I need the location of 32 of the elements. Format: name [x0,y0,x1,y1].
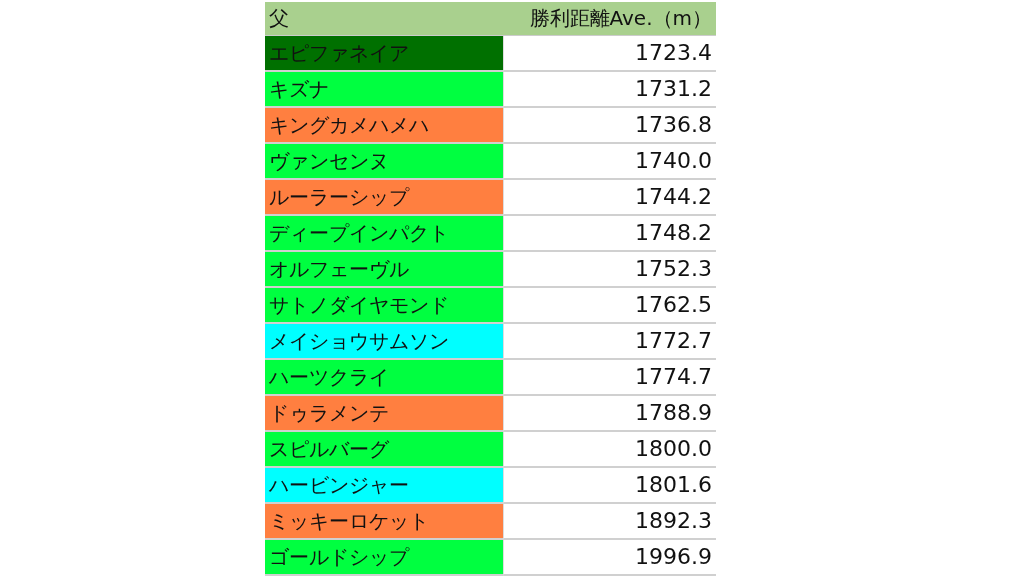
table-cell: ハービンジャー [265,468,503,504]
table-cell: 1801.6 [503,468,716,504]
table-cell: 1748.2 [503,216,716,252]
table-cell: ハーツクライ [265,360,503,396]
table-cell: 1774.7 [503,360,716,396]
table-cell: 1772.7 [503,324,716,360]
table-cell: 1800.0 [503,432,716,468]
table-cell: 1996.9 [503,540,716,576]
table-cell: ミッキーロケット [265,504,503,540]
table-cell: キズナ [265,72,503,108]
column-header: 父 [265,2,503,36]
table-cell: ルーラーシップ [265,180,503,216]
table-cell: エピファネイア [265,36,503,72]
table-cell: ヴァンセンヌ [265,144,503,180]
table-cell: キングカメハメハ [265,108,503,144]
table-cell: ドゥラメンテ [265,396,503,432]
table-cell: 1752.3 [503,252,716,288]
table-cell: 1744.2 [503,180,716,216]
table-cell: 1731.2 [503,72,716,108]
column-header: 勝利距離Ave.（m） [503,2,716,36]
table-cell: ディープインパクト [265,216,503,252]
table-cell: 1892.3 [503,504,716,540]
table-cell: 1788.9 [503,396,716,432]
table-cell: スピルバーグ [265,432,503,468]
table-cell: 1762.5 [503,288,716,324]
table-cell: メイショウサムソン [265,324,503,360]
table-cell: サトノダイヤモンド [265,288,503,324]
table-cell: 1723.4 [503,36,716,72]
table-cell: オルフェーヴル [265,252,503,288]
table-cell: 1736.8 [503,108,716,144]
table-cell: 1740.0 [503,144,716,180]
table-cell: ゴールドシップ [265,540,503,576]
